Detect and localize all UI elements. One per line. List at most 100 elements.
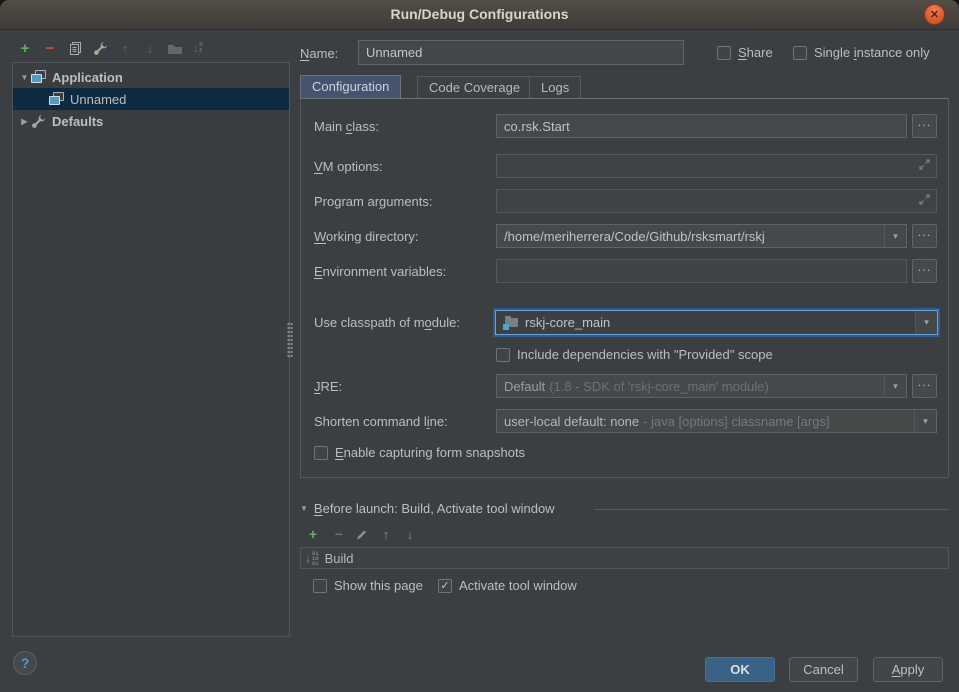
- tab-code-coverage[interactable]: Code Coverage: [417, 76, 532, 99]
- folder-icon: [167, 42, 183, 55]
- checkbox-box[interactable]: [314, 446, 328, 460]
- application-icon: [31, 70, 46, 84]
- before-launch-title: Before launch: Build, Activate tool wind…: [314, 501, 555, 516]
- pencil-icon: [355, 528, 368, 541]
- check-icon: ✓: [440, 579, 449, 592]
- working-directory-browse-button[interactable]: ...: [912, 224, 937, 248]
- working-directory-label: Working directory:: [314, 229, 419, 244]
- environment-variables-input[interactable]: [496, 259, 907, 283]
- activate-tool-window-checkbox[interactable]: ✓ Activate tool window: [438, 578, 577, 593]
- arrow-up-icon: ↑: [383, 527, 390, 542]
- edit-defaults-button[interactable]: [91, 39, 109, 57]
- working-directory-combo[interactable]: /home/meriherrera/Code/Github/rsksmart/r…: [496, 224, 907, 248]
- checkbox-box[interactable]: [496, 348, 510, 362]
- before-launch-edit-button[interactable]: [352, 525, 370, 543]
- expanded-arrow-icon[interactable]: ▼: [18, 73, 31, 82]
- sort-configurations-button[interactable]: ↓ az: [189, 39, 207, 57]
- before-launch-down-button[interactable]: ↓: [401, 525, 419, 543]
- environment-variables-browse-button[interactable]: ...: [912, 259, 937, 283]
- close-button[interactable]: ✕: [924, 4, 945, 25]
- minus-icon: −: [335, 526, 343, 542]
- cancel-button[interactable]: Cancel: [789, 657, 858, 682]
- before-launch-header[interactable]: ▼ Before launch: Build, Activate tool wi…: [300, 501, 555, 516]
- help-button[interactable]: ?: [13, 651, 37, 675]
- tree-item-unnamed[interactable]: Unnamed: [13, 88, 289, 110]
- wrench-icon: [93, 41, 108, 56]
- ellipsis-icon: ...: [918, 375, 932, 389]
- tree-item-label: Defaults: [52, 114, 103, 129]
- close-icon: ✕: [930, 8, 939, 21]
- jre-label: JRE:: [314, 379, 342, 394]
- share-label: Share: [738, 45, 773, 60]
- copy-icon: [68, 41, 83, 56]
- before-launch-add-button[interactable]: +: [304, 525, 322, 543]
- expanded-arrow-icon[interactable]: ▼: [300, 504, 308, 513]
- build-icon: ↓ 011001: [305, 551, 319, 566]
- module-combo[interactable]: rskj-core_main ▾: [495, 310, 938, 335]
- section-divider: [594, 509, 949, 510]
- panel-splitter[interactable]: [287, 322, 293, 358]
- show-this-page-checkbox[interactable]: Show this page: [313, 578, 423, 593]
- name-label: Name:: [300, 46, 338, 61]
- tree-item-defaults[interactable]: ▶ Defaults: [13, 110, 289, 132]
- checkbox-box[interactable]: [717, 46, 731, 60]
- checkbox-box[interactable]: [313, 579, 327, 593]
- configurations-tree: ▼ Application Unnamed ▶ Defaults: [12, 62, 290, 637]
- checkbox-box[interactable]: [793, 46, 807, 60]
- show-this-page-label: Show this page: [334, 578, 423, 593]
- tab-logs[interactable]: Logs: [529, 76, 581, 99]
- expand-field-icon[interactable]: [918, 193, 931, 209]
- shorten-command-line-combo[interactable]: user-local default: none - java [options…: [496, 409, 937, 433]
- capture-snapshots-checkbox[interactable]: Enable capturing form snapshots: [314, 445, 525, 460]
- single-instance-label: Single instance only: [814, 45, 930, 60]
- main-class-input[interactable]: co.rsk.Start: [496, 114, 907, 138]
- move-up-button[interactable]: ↑: [116, 39, 134, 57]
- before-launch-up-button[interactable]: ↑: [377, 525, 395, 543]
- provided-scope-checkbox[interactable]: Include dependencies with "Provided" sco…: [496, 347, 773, 362]
- ellipsis-icon: ...: [918, 225, 932, 239]
- add-configuration-button[interactable]: +: [16, 39, 34, 57]
- title-bar[interactable]: Run/Debug Configurations ✕: [0, 0, 959, 30]
- remove-configuration-button[interactable]: −: [41, 39, 59, 57]
- dropdown-arrow-icon[interactable]: ▾: [915, 311, 937, 334]
- before-launch-remove-button[interactable]: −: [330, 525, 348, 543]
- plus-icon: +: [309, 526, 317, 542]
- main-class-label: Main class:: [314, 119, 379, 134]
- provided-scope-label: Include dependencies with "Provided" sco…: [517, 347, 773, 362]
- ellipsis-icon: ...: [918, 115, 932, 129]
- tab-configuration[interactable]: Configuration: [300, 75, 401, 99]
- move-down-button[interactable]: ↓: [141, 39, 159, 57]
- plus-icon: +: [21, 40, 30, 57]
- sort-az-icon: ↓ az: [193, 41, 203, 55]
- checkbox-box[interactable]: ✓: [438, 579, 452, 593]
- dropdown-arrow-icon[interactable]: ▾: [884, 225, 906, 247]
- apply-button[interactable]: Apply: [873, 657, 943, 682]
- ellipsis-icon: ...: [918, 260, 932, 274]
- dropdown-arrow-icon[interactable]: ▾: [884, 375, 906, 397]
- activate-tool-window-label: Activate tool window: [459, 578, 577, 593]
- jre-combo[interactable]: Default (1.8 - SDK of 'rskj-core_main' m…: [496, 374, 907, 398]
- configuration-panel: Main class: co.rsk.Start ... VM options:…: [300, 98, 949, 478]
- copy-configuration-button[interactable]: [66, 39, 84, 57]
- program-arguments-input[interactable]: [496, 189, 937, 213]
- ok-button[interactable]: OK: [705, 657, 775, 682]
- expand-field-icon[interactable]: [918, 158, 931, 174]
- before-launch-list: ↓ 011001 Build: [300, 547, 949, 569]
- single-instance-checkbox[interactable]: Single instance only: [793, 45, 930, 60]
- shorten-command-line-label: Shorten command line:: [314, 414, 448, 429]
- share-checkbox[interactable]: Share: [717, 45, 773, 60]
- create-folder-button[interactable]: [166, 39, 184, 57]
- name-input[interactable]: [358, 40, 684, 65]
- module-icon: [505, 318, 518, 327]
- dropdown-arrow-icon[interactable]: ▾: [914, 410, 936, 432]
- tree-item-application[interactable]: ▼ Application: [13, 66, 289, 88]
- jre-browse-button[interactable]: ...: [912, 374, 937, 398]
- main-class-browse-button[interactable]: ...: [912, 114, 937, 138]
- tree-item-label: Unnamed: [70, 92, 126, 107]
- question-icon: ?: [21, 655, 30, 671]
- vm-options-label: VM options:: [314, 159, 383, 174]
- tree-item-label: Application: [52, 70, 123, 85]
- before-launch-item-build[interactable]: Build: [325, 551, 354, 566]
- vm-options-input[interactable]: [496, 154, 937, 178]
- collapsed-arrow-icon[interactable]: ▶: [18, 117, 31, 126]
